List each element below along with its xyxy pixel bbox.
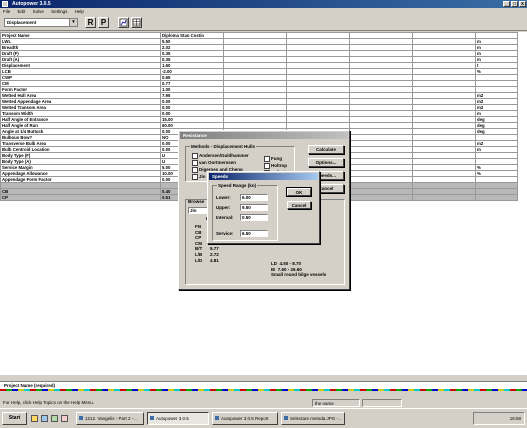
task-button[interactable]: 1212. Vangelis - Part 2 -... <box>76 412 144 425</box>
calculate-button[interactable]: Calculate <box>308 145 344 154</box>
minimize-button[interactable]: _ <box>503 1 510 7</box>
method-validity-range: LD 4.50 - 8.70 IE 7.60 - 26.60 Small rou… <box>271 261 327 278</box>
app-title-bar: Autopower 3.0.5 _ □ x <box>0 0 527 8</box>
options-button[interactable]: Options... <box>308 158 344 167</box>
menu-edit[interactable]: Edit <box>15 8 29 15</box>
chart-icon[interactable] <box>118 17 129 28</box>
row-label: CP <box>0 194 161 201</box>
coefficient-names: FN CB CP CM B/T L/B L/D <box>195 224 203 263</box>
menu-file[interactable]: File <box>0 8 13 15</box>
hull-type-select[interactable]: Displacement ▾ <box>4 18 78 27</box>
toolbar: Displacement ▾ R P <box>0 15 527 31</box>
taskbar: Start 1212. Vangelis - Part 2 -... Autop… <box>0 408 527 428</box>
upper-label: Upper: <box>216 205 231 210</box>
app-icon <box>2 1 8 7</box>
row-unit <box>475 194 518 201</box>
lower-speed-input[interactable]: 6.00 <box>240 194 268 201</box>
interval-speed-input[interactable]: 0.50 <box>240 214 268 221</box>
methods-group-title: Methods - Displacement Hulls <box>190 144 257 149</box>
method-fung-checkbox[interactable]: Fung <box>264 156 282 162</box>
service-speed-input[interactable]: 6.50 <box>240 230 268 237</box>
power-button[interactable]: P <box>98 17 109 28</box>
menu-help[interactable]: Help <box>72 8 87 15</box>
menu-bar: File Edit Solve Settings Help <box>0 8 527 15</box>
app-title: Autopower 3.0.5 <box>12 1 51 7</box>
speeds-dialog: Speeds Speed Range (kn) Lower: 6.00 Uppe… <box>207 171 320 244</box>
method-holtrop-checkbox[interactable]: Holtrop <box>264 163 287 169</box>
hull-type-value: Displacement <box>7 20 37 25</box>
speed-range-title: Speed Range (kn) <box>217 183 258 188</box>
system-tray: 16:58 <box>473 412 525 425</box>
row-cell[interactable] <box>412 194 476 201</box>
start-button[interactable]: Start <box>2 412 27 425</box>
help-hint: For Help, click Help Topics on the Help … <box>3 400 94 405</box>
menu-settings[interactable]: Settings <box>48 8 70 15</box>
resistance-dialog-title: Resistance <box>180 132 348 139</box>
status-field: Project Name (required) <box>0 381 527 389</box>
clock: 16:58 <box>509 416 521 421</box>
close-button[interactable]: x <box>519 1 526 7</box>
lower-label: Lower: <box>216 195 231 200</box>
quicklaunch-icon[interactable] <box>41 415 48 422</box>
task-button[interactable]: Autopower 3.0.5 Report <box>212 412 278 425</box>
method-andersen-checkbox[interactable]: Andersen/Guldhammer <box>192 153 249 159</box>
speeds-cancel-button[interactable]: Cancel <box>287 201 311 209</box>
ok-button[interactable]: OK <box>286 187 312 197</box>
resistance-button[interactable]: R <box>85 17 96 28</box>
method-oortmerssen-checkbox[interactable]: van Oortmerssen <box>192 160 236 166</box>
status-pane-empty <box>362 399 402 407</box>
task-button[interactable]: Selectare metoda.JPG -... <box>281 412 345 425</box>
status-bar: For Help, click Help Topics on the Help … <box>0 399 527 407</box>
color-strip <box>0 389 527 391</box>
upper-speed-input[interactable]: 9.50 <box>240 204 268 211</box>
table-icon[interactable] <box>131 17 142 28</box>
speed-range-group: Speed Range (kn) Lower: 6.00 Upper: 9.50… <box>212 183 278 241</box>
status-pane: the name <box>312 399 360 407</box>
interval-label: Interval: <box>216 215 234 220</box>
service-label: Service: <box>216 231 234 236</box>
task-button-active[interactable]: Autopower 3.0.5 <box>147 412 209 425</box>
quicklaunch-icon[interactable] <box>51 415 58 422</box>
menu-solve[interactable]: Solve <box>30 8 47 15</box>
quicklaunch-icon[interactable] <box>61 415 68 422</box>
method-jin-checkbox[interactable]: Jin <box>192 174 206 180</box>
maximize-button[interactable]: □ <box>511 1 518 7</box>
quicklaunch-icon[interactable] <box>31 415 38 422</box>
row-cell[interactable] <box>349 194 413 201</box>
chevron-down-icon[interactable]: ▾ <box>69 19 77 26</box>
speeds-dialog-title: Speeds <box>209 173 318 180</box>
